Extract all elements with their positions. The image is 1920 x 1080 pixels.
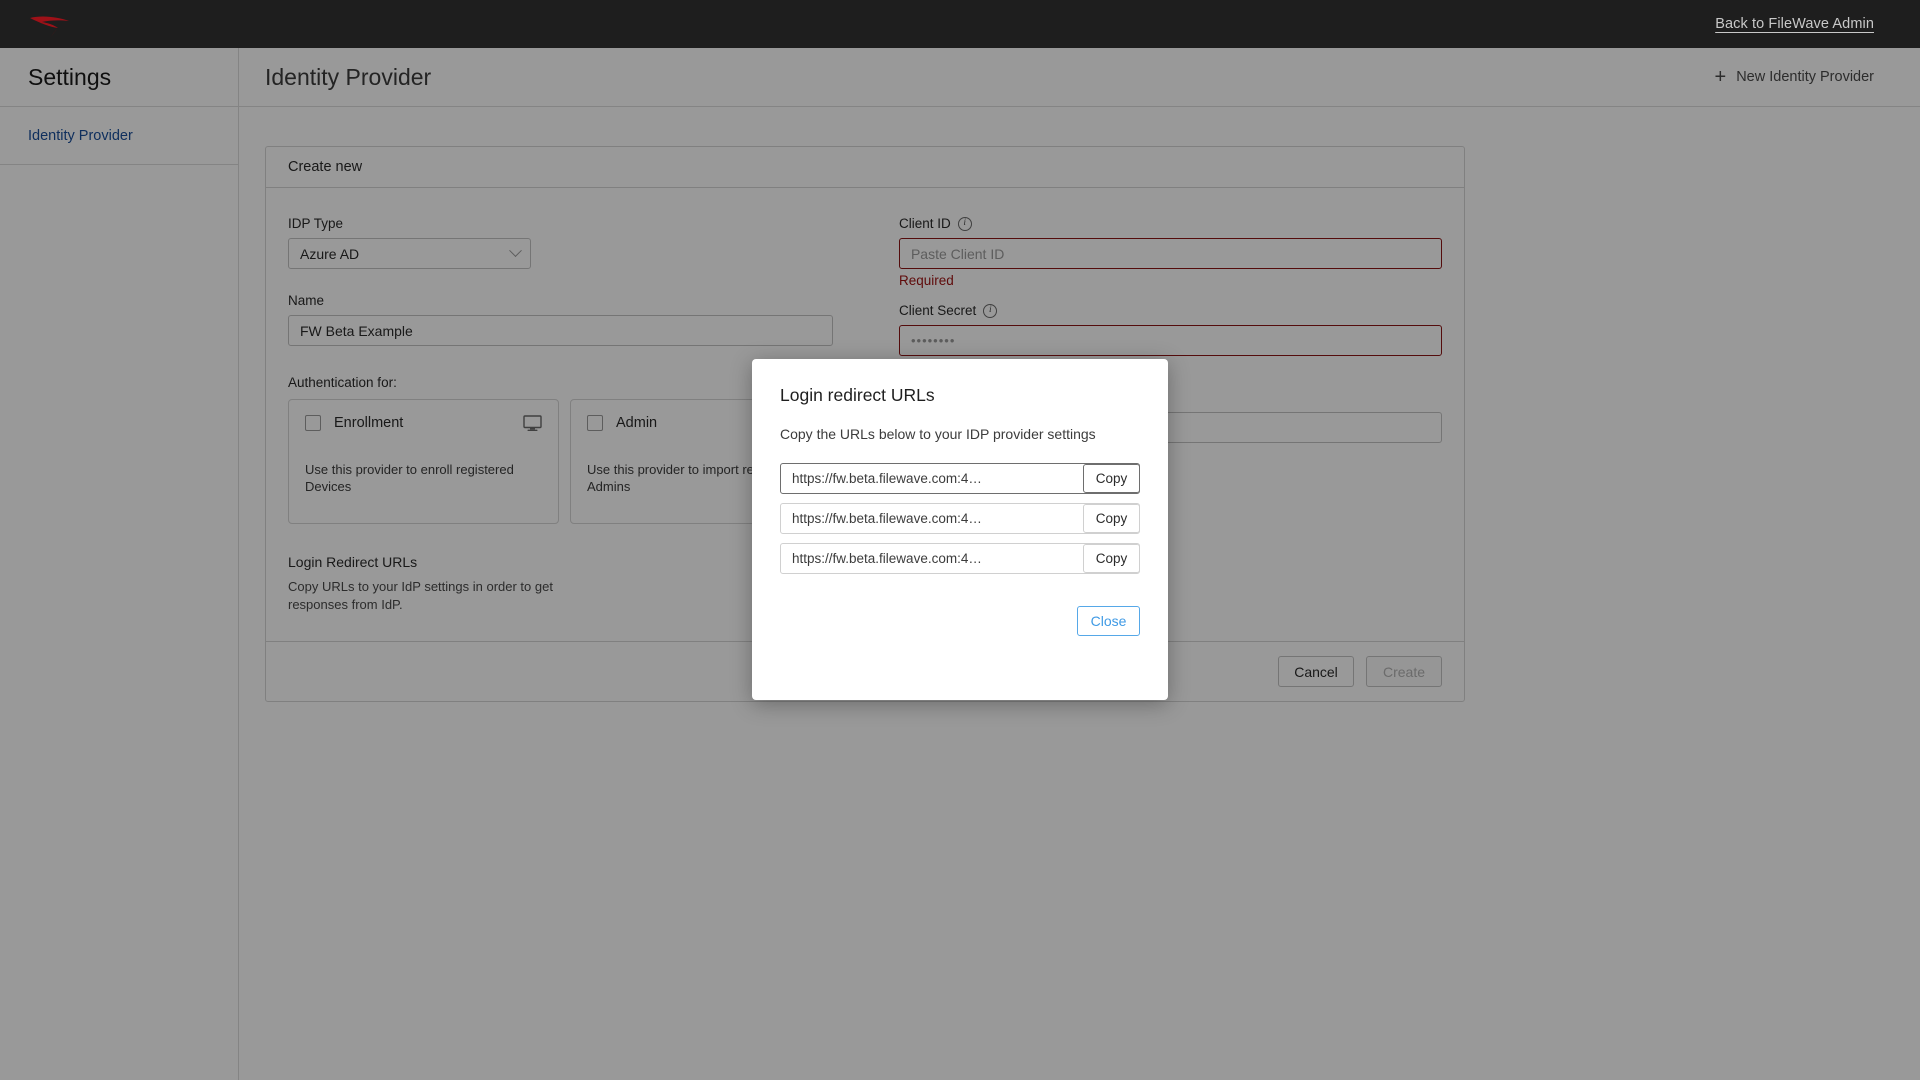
redirect-url-row[interactable]: https://fw.beta.filewave.com:4… Copy [780,543,1140,574]
top-bar: Back to FileWave Admin [0,0,1920,48]
copy-button[interactable]: Copy [1083,464,1139,493]
redirect-url-text: https://fw.beta.filewave.com:4… [792,471,982,486]
redirect-url-row[interactable]: https://fw.beta.filewave.com:4… Copy [780,463,1140,494]
login-redirect-urls-dialog: Login redirect URLs Copy the URLs below … [752,359,1168,700]
filewave-logo-icon[interactable] [28,9,72,39]
copy-button[interactable]: Copy [1083,504,1139,533]
redirect-url-row[interactable]: https://fw.beta.filewave.com:4… Copy [780,503,1140,534]
dialog-footer: Close [780,606,1140,636]
copy-button[interactable]: Copy [1083,544,1139,573]
back-to-admin-link[interactable]: Back to FileWave Admin [1715,16,1874,32]
redirect-url-list: https://fw.beta.filewave.com:4… Copy htt… [780,463,1140,574]
dialog-title: Login redirect URLs [780,385,935,405]
redirect-url-text: https://fw.beta.filewave.com:4… [792,511,982,526]
close-button[interactable]: Close [1077,606,1140,636]
redirect-url-text: https://fw.beta.filewave.com:4… [792,551,982,566]
dialog-subtitle: Copy the URLs below to your IDP provider… [780,426,1096,442]
